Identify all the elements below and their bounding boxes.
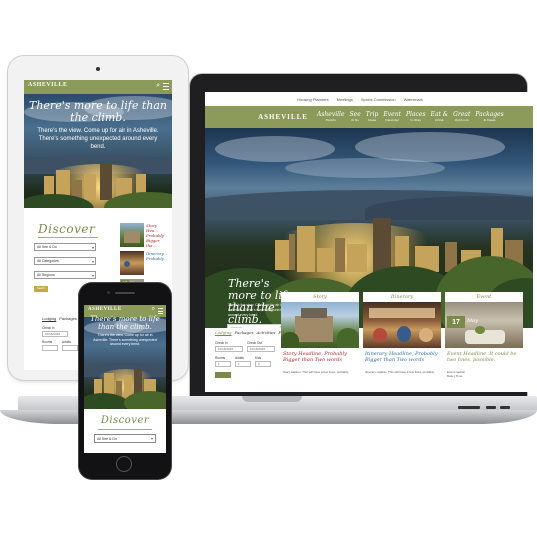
- see-do-select[interactable]: All See & Do ▾: [94, 434, 156, 443]
- itinerary-caption: Itinerary caption. This will have a few …: [365, 370, 435, 374]
- tab-packages[interactable]: Packages: [235, 330, 254, 335]
- search-icon[interactable]: ⌕: [156, 82, 160, 90]
- nav-item[interactable]: Eat & Drink: [431, 112, 449, 123]
- card-label: Story: [281, 292, 359, 302]
- story-caption: Story caption. This will have a few line…: [283, 370, 349, 374]
- home-button[interactable]: [116, 456, 132, 472]
- itinerary-thumb-text[interactable]: Itinerary... Probably...: [146, 251, 170, 261]
- story-thumb[interactable]: [120, 223, 144, 247]
- asheville-logo[interactable]: ASHEVILLE: [28, 82, 68, 88]
- category-select[interactable]: All Categories ▾: [34, 257, 96, 265]
- logo-text: ASHEVILLE: [258, 112, 308, 121]
- event-card[interactable]: Event 17 May Event Headline. It could be…: [445, 292, 523, 392]
- rooms-label: Rooms: [42, 340, 53, 344]
- event-month: May: [467, 318, 478, 324]
- chevron-down-icon: ▾: [91, 273, 94, 278]
- itinerary-image: [363, 302, 441, 348]
- rooms-label: Rooms: [215, 356, 226, 360]
- camera-icon: [96, 67, 100, 71]
- kids-label: Kids: [255, 356, 262, 360]
- camera-icon: [107, 291, 110, 294]
- menu-icon[interactable]: [163, 83, 169, 92]
- asheville-logo[interactable]: ASHEVILLE: [257, 112, 309, 121]
- hero-subtagline: There's the view. Come up for air in Ash…: [93, 333, 157, 346]
- divider: [98, 429, 152, 430]
- asheville-logo[interactable]: ASHEVILLE: [88, 307, 122, 312]
- tab-lodging[interactable]: Lodging: [42, 316, 56, 321]
- adults-field[interactable]: [62, 345, 78, 351]
- event-headline[interactable]: Event Headline. It could be two lines, p…: [447, 351, 521, 363]
- card-label: Itinerary: [363, 292, 441, 302]
- story-thumb-text[interactable]: Story Hea... Probably Bigger tha...: [146, 223, 170, 248]
- itinerary-headline[interactable]: Itinerary Headline, Probably Bigger than…: [365, 351, 439, 363]
- chevron-down-icon: ▾: [91, 245, 94, 250]
- discover-heading: Discover: [100, 415, 150, 426]
- utility-link[interactable]: Watermark: [404, 97, 423, 102]
- booking-tabs: Lodging Packages: [42, 316, 77, 321]
- phone-screen: ASHEVILLE ⌕ There's more to life than th…: [84, 305, 166, 453]
- utility-link[interactable]: Sports Commission: [361, 97, 396, 102]
- nav-item[interactable]: Asheville Events: [317, 112, 345, 123]
- story-headline[interactable]: Story Headline, Probably Bigger than Two…: [283, 351, 357, 363]
- feature-cards: Story Story Headline, Probably Bigger th…: [281, 292, 533, 392]
- card-label: Event: [445, 292, 523, 302]
- search-icon[interactable]: ⌕: [152, 306, 155, 313]
- adults-label: Adults: [62, 340, 71, 344]
- nav-item[interactable]: Packages & Deals: [475, 112, 503, 123]
- checkin-label: Check In: [42, 326, 55, 330]
- utility-nav: Housing Planners Meetings Sports Commiss…: [205, 92, 533, 106]
- search-button[interactable]: Search: [34, 286, 48, 292]
- adults-label: Adults: [235, 356, 244, 360]
- nav-item[interactable]: Trip Ideas: [366, 112, 379, 123]
- chevron-down-icon: ▾: [150, 436, 153, 441]
- tab-lodging[interactable]: Lodging: [215, 330, 232, 335]
- nav-item[interactable]: Event Calendar: [383, 112, 401, 123]
- checkout-field[interactable]: 10/16/2015: [247, 346, 275, 352]
- event-caption: Event caption Date | Time: [447, 370, 466, 378]
- main-nav: Asheville Events See & Do Trip Ideas Event C…: [317, 112, 504, 123]
- event-image: 17 May: [445, 302, 523, 348]
- itinerary-card[interactable]: Itinerary Itinerary Headline, Probably B…: [363, 292, 441, 392]
- checkin-label: Check In: [215, 341, 228, 345]
- kids-field[interactable]: 0: [255, 361, 271, 367]
- hero-tagline: There's more to life than the climb.: [29, 99, 167, 124]
- itinerary-thumb[interactable]: [120, 251, 144, 275]
- tab-activities[interactable]: Activities: [257, 330, 276, 335]
- book-button[interactable]: [215, 372, 231, 378]
- speaker-icon: [115, 292, 135, 294]
- region-select[interactable]: All Regions ▾: [34, 271, 96, 279]
- checkin-field[interactable]: 10/15/2015: [42, 331, 68, 337]
- laptop-screen: Housing Planners Meetings Sports Commiss…: [205, 92, 533, 392]
- divider: [38, 237, 98, 238]
- nav-item[interactable]: Great Outdoors: [453, 112, 470, 123]
- story-card[interactable]: Story Story Headline, Probably Bigger th…: [281, 292, 359, 392]
- story-image: [281, 302, 359, 348]
- see-do-select[interactable]: All See & Do ▾: [34, 243, 96, 251]
- rooms-field[interactable]: [42, 345, 58, 351]
- checkout-label: Check Out: [247, 341, 263, 345]
- hero-tagline: There's more to life than the climb.: [90, 315, 160, 331]
- checkin-field[interactable]: 10/15/2015: [215, 346, 243, 352]
- nav-item[interactable]: See & Do: [350, 112, 361, 123]
- chevron-down-icon: ▾: [91, 259, 94, 264]
- tab-packages[interactable]: Packages: [59, 316, 77, 321]
- event-day: 17: [447, 316, 465, 328]
- discover-heading: Discover: [38, 222, 96, 236]
- nav-item[interactable]: Places to Stay: [406, 112, 426, 123]
- tablet-header: ASHEVILLE ⌕: [24, 80, 172, 94]
- utility-link[interactable]: Housing Planners: [297, 97, 329, 102]
- rooms-field[interactable]: 1: [215, 361, 231, 367]
- booking-widget: Lodging Packages Activities Flights Chec…: [205, 328, 293, 392]
- hero-subtagline: There's the view. Come up for air in Ash…: [37, 128, 159, 150]
- utility-link[interactable]: Meetings: [337, 97, 353, 102]
- site-header: ASHEVILLE Asheville Events See & Do Trip Id…: [205, 106, 533, 128]
- adults-field[interactable]: 1: [235, 361, 251, 367]
